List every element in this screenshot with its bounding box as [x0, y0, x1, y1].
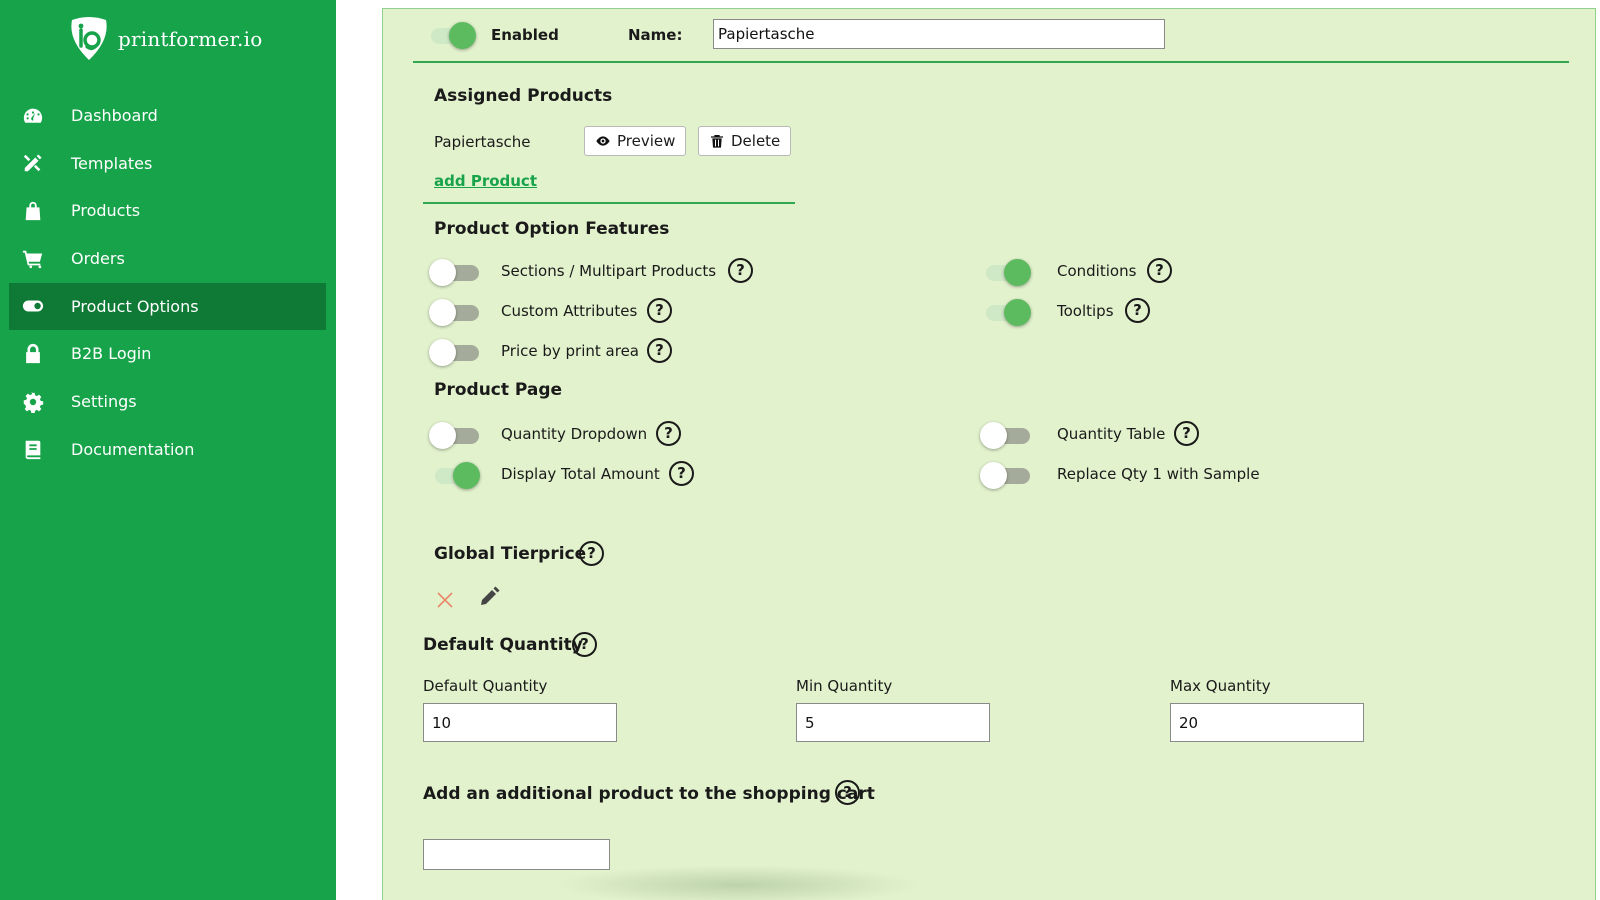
product-option-panel: Enabled Name: Assigned Products Papierta…	[382, 8, 1596, 900]
toggle-knob	[980, 462, 1007, 489]
product-page-title: Product Page	[434, 380, 563, 400]
sidebar-item-orders[interactable]: Orders	[9, 235, 326, 282]
toggle-knob	[429, 259, 456, 286]
features-title: Product Option Features	[434, 219, 670, 239]
sidebar-item-products[interactable]: Products	[9, 187, 326, 234]
custom-attributes-label: Custom Attributes	[501, 302, 638, 320]
book-icon	[21, 438, 45, 460]
shopping-bag-icon	[21, 200, 45, 222]
enabled-label: Enabled	[491, 26, 559, 44]
conditions-toggle[interactable]	[980, 259, 1032, 286]
price-by-area-toggle[interactable]	[429, 339, 481, 366]
eye-icon	[596, 136, 610, 146]
trash-icon	[711, 135, 723, 148]
default-quantity-label: Default Quantity	[423, 677, 548, 695]
sidebar-item-label: B2B Login	[71, 344, 152, 364]
max-quantity-input[interactable]	[1170, 703, 1364, 742]
enabled-toggle[interactable]	[425, 22, 477, 49]
sidebar-item-templates[interactable]: Templates	[9, 140, 326, 187]
sidebar-item-label: Templates	[71, 153, 153, 173]
sections-help-icon[interactable]: ?	[728, 258, 753, 283]
option-header: Enabled Name:	[413, 9, 1569, 63]
gear-icon	[21, 391, 45, 413]
toggle-knob	[980, 422, 1007, 449]
tooltips-help-icon[interactable]: ?	[1125, 298, 1150, 323]
cart-icon	[21, 248, 45, 270]
display-total-toggle[interactable]	[429, 462, 481, 489]
sidebar-item-label: Orders	[71, 249, 125, 269]
sidebar-item-b2b-login[interactable]: B2B Login	[9, 330, 326, 377]
tools-icon	[21, 152, 45, 174]
replace-qty-toggle[interactable]	[980, 462, 1032, 489]
custom-attributes-toggle[interactable]	[429, 299, 481, 326]
price-by-area-label: Price by print area	[501, 342, 639, 360]
sidebar-item-documentation[interactable]: Documentation	[9, 426, 326, 473]
assigned-product-name: Papiertasche	[434, 133, 531, 151]
tierprice-help-icon[interactable]: ?	[579, 541, 604, 566]
quantity-title: Default Quantity	[423, 635, 583, 655]
toggle-knob	[1004, 299, 1031, 326]
assigned-products-title: Assigned Products	[434, 86, 613, 106]
quantity-table-toggle[interactable]	[980, 422, 1032, 449]
tooltips-label: Tooltips	[1057, 302, 1114, 320]
default-quantity-input[interactable]	[423, 703, 617, 742]
quantity-dropdown-label: Quantity Dropdown	[501, 425, 648, 443]
quantity-help-icon[interactable]: ?	[572, 632, 597, 657]
toggle-knob	[1004, 259, 1031, 286]
toggle-knob	[429, 422, 456, 449]
sidebar-item-label: Documentation	[71, 439, 195, 459]
toggle-knob	[449, 22, 476, 49]
replace-qty-label: Replace Qty 1 with Sample	[1057, 465, 1260, 483]
toggle-knob	[429, 299, 456, 326]
sidebar-item-label: Product Options	[71, 296, 199, 316]
sidebar-item-product-options[interactable]: Product Options	[9, 282, 326, 330]
toggle-knob	[453, 462, 480, 489]
tierprice-title: Global Tierprice	[434, 544, 587, 564]
toggle-knob	[429, 339, 456, 366]
toggle-icon	[21, 295, 45, 317]
quantity-dropdown-help-icon[interactable]: ?	[656, 421, 681, 446]
assigned-divider	[423, 202, 795, 204]
name-input[interactable]	[713, 19, 1165, 49]
price-by-area-help-icon[interactable]: ?	[647, 338, 672, 363]
printformer-logo-icon	[71, 17, 107, 60]
quantity-table-help-icon[interactable]: ?	[1174, 421, 1199, 446]
sidebar-item-label: Dashboard	[71, 106, 158, 125]
sidebar-item-label: Settings	[71, 392, 137, 412]
custom-attributes-help-icon[interactable]: ?	[647, 298, 672, 323]
additional-product-help-icon[interactable]: ?	[835, 780, 860, 805]
lock-icon	[21, 343, 45, 365]
tooltips-toggle[interactable]	[980, 299, 1032, 326]
sidebar: printformer.io Dashboard Templates Produ…	[0, 0, 336, 900]
preview-button[interactable]: Preview	[584, 126, 687, 156]
sections-toggle[interactable]	[429, 259, 481, 286]
brand-name: printformer.io	[118, 27, 263, 51]
sidebar-nav: Dashboard Templates Products Orders Prod…	[9, 92, 326, 474]
additional-product-title: Add an additional product to the shoppin…	[423, 784, 875, 804]
conditions-label: Conditions	[1057, 262, 1137, 280]
add-product-link[interactable]: add Product	[434, 172, 537, 190]
quantity-dropdown-toggle[interactable]	[429, 422, 481, 449]
display-total-help-icon[interactable]: ?	[669, 461, 694, 486]
sidebar-item-settings[interactable]: Settings	[9, 378, 326, 425]
sections-label: Sections / Multipart Products	[501, 262, 717, 280]
brand-logo[interactable]: printformer.io	[66, 16, 262, 62]
tierprice-edit-icon[interactable]	[478, 586, 500, 608]
gauge-icon	[21, 105, 45, 127]
min-quantity-label: Min Quantity	[796, 677, 893, 695]
conditions-help-icon[interactable]: ?	[1147, 258, 1172, 283]
sidebar-item-label: Products	[71, 201, 141, 221]
name-label: Name:	[628, 26, 683, 44]
quantity-table-label: Quantity Table	[1057, 425, 1166, 443]
additional-product-input[interactable]	[423, 839, 610, 870]
sidebar-item-dashboard[interactable]: Dashboard	[9, 92, 326, 139]
tierprice-delete-icon[interactable]	[434, 589, 456, 611]
display-total-label: Display Total Amount	[501, 465, 660, 483]
preview-label: Preview	[617, 132, 676, 150]
delete-button[interactable]: Delete	[698, 126, 792, 156]
min-quantity-input[interactable]	[796, 703, 990, 742]
bottom-shadow	[553, 865, 923, 900]
delete-label: Delete	[731, 132, 781, 150]
max-quantity-label: Max Quantity	[1170, 677, 1271, 695]
